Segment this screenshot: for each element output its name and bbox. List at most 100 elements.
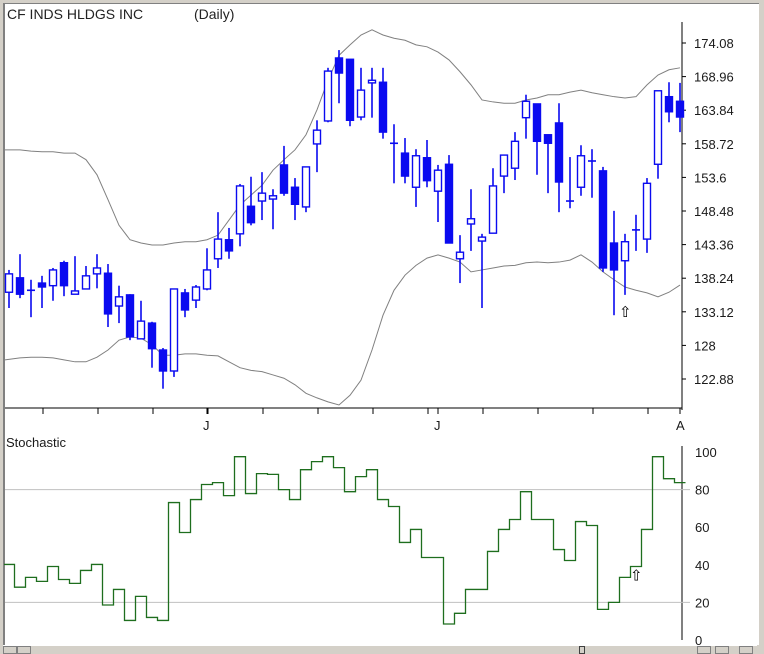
candle-body xyxy=(92,267,102,275)
candle-up xyxy=(268,189,278,230)
candle-up xyxy=(499,154,509,194)
candle-up xyxy=(390,124,398,184)
candle-up xyxy=(235,183,245,247)
candle-body xyxy=(444,163,454,244)
candle-down xyxy=(158,348,168,389)
stochastic-tick-label: 60 xyxy=(695,520,709,535)
candle-down xyxy=(422,139,432,188)
candle-body xyxy=(246,205,256,224)
candle-body xyxy=(4,273,14,293)
candle-body xyxy=(455,251,465,260)
candle-body xyxy=(48,269,58,287)
candle-body xyxy=(653,90,663,165)
price-tick-label: 168.96 xyxy=(694,70,734,85)
candle-body xyxy=(279,164,289,194)
stochastic-tick-label: 20 xyxy=(695,595,709,610)
candle-up xyxy=(356,67,366,121)
candle-down xyxy=(554,103,564,213)
candle-down xyxy=(147,321,157,368)
candle-body xyxy=(521,100,531,119)
price-tick-label: 143.36 xyxy=(694,238,734,253)
candle-down xyxy=(543,134,553,194)
candle-body xyxy=(213,238,223,260)
candle-body xyxy=(543,134,553,144)
candle-body xyxy=(422,157,432,182)
candle-down xyxy=(279,145,289,196)
candle-body xyxy=(411,155,421,188)
signal-arrow-icon: ⇧ xyxy=(630,566,643,584)
candle-up xyxy=(70,256,80,295)
candle-body xyxy=(345,58,355,122)
candle-up xyxy=(301,166,311,213)
candle-body xyxy=(620,241,630,262)
candle-up xyxy=(521,94,531,139)
stochastic-tick-label: 100 xyxy=(695,445,717,460)
candle-body xyxy=(169,288,179,372)
candle-up xyxy=(169,288,179,377)
price-tick-label: 122.88 xyxy=(694,372,734,387)
candle-down xyxy=(378,67,388,139)
price-tick-label: 163.84 xyxy=(694,103,734,118)
candle-down xyxy=(15,254,25,299)
candle-body xyxy=(532,103,542,143)
candle-down xyxy=(290,178,300,221)
candle-down xyxy=(609,210,619,316)
candle-body xyxy=(114,296,124,307)
candle-body xyxy=(136,320,146,340)
price-tick-label: 174.08 xyxy=(694,36,734,51)
candle-body xyxy=(290,186,300,206)
candle-up xyxy=(466,189,476,251)
candle-up xyxy=(510,132,520,181)
stochastic-title: Stochastic xyxy=(6,435,66,450)
candle-down xyxy=(400,138,410,184)
candle-up xyxy=(455,235,465,284)
candle-up xyxy=(312,120,322,173)
chart-period: (Daily) xyxy=(194,6,234,22)
candle-up xyxy=(257,172,267,221)
candle-body xyxy=(598,170,608,269)
candle-up xyxy=(488,168,498,234)
candle-body xyxy=(235,185,245,235)
stochastic-line xyxy=(4,456,686,625)
candle-body xyxy=(191,286,201,301)
chart-title: CF INDS HLDGS INC xyxy=(7,6,143,22)
stochastic-tick-label: 40 xyxy=(695,558,709,573)
candle-body xyxy=(477,236,487,242)
price-tick-label: 128 xyxy=(694,338,716,353)
candle-body xyxy=(59,262,69,287)
price-tick-label: 158.72 xyxy=(694,137,734,152)
price-tick-label: 148.48 xyxy=(694,204,734,219)
candle-down xyxy=(532,103,542,175)
candle-up xyxy=(4,269,14,308)
candle-up xyxy=(92,254,102,289)
candle-down xyxy=(37,275,47,308)
candle-down xyxy=(125,294,135,341)
price-panel: 174.08 168.96 163.84 158.72 153.6 148.48 143.3… xyxy=(4,22,734,433)
candle-body xyxy=(37,282,47,288)
candle-body xyxy=(147,322,157,350)
candle-body xyxy=(81,275,91,290)
candle-body xyxy=(664,95,674,113)
candle-down xyxy=(598,166,608,272)
candle-up xyxy=(642,178,652,253)
candle-body xyxy=(466,218,476,225)
month-label: J xyxy=(203,418,210,433)
candle-body xyxy=(268,195,278,200)
candle-body xyxy=(15,277,25,295)
candle-up xyxy=(632,214,640,251)
candle-down xyxy=(664,82,674,123)
candle-down xyxy=(103,264,113,328)
candle-down xyxy=(334,50,344,104)
candle-up xyxy=(81,265,91,290)
candle-body xyxy=(378,81,388,133)
candle-body xyxy=(257,192,267,202)
candle-body xyxy=(488,185,498,234)
candle-down xyxy=(59,260,69,297)
price-tick-label: 138.24 xyxy=(694,271,734,286)
candle-body xyxy=(323,70,333,122)
candle-up xyxy=(27,279,35,318)
candle-down xyxy=(444,155,454,244)
candle-body xyxy=(301,166,311,208)
candle-up xyxy=(433,164,443,223)
price-tick-label: 153.6 xyxy=(694,170,727,185)
